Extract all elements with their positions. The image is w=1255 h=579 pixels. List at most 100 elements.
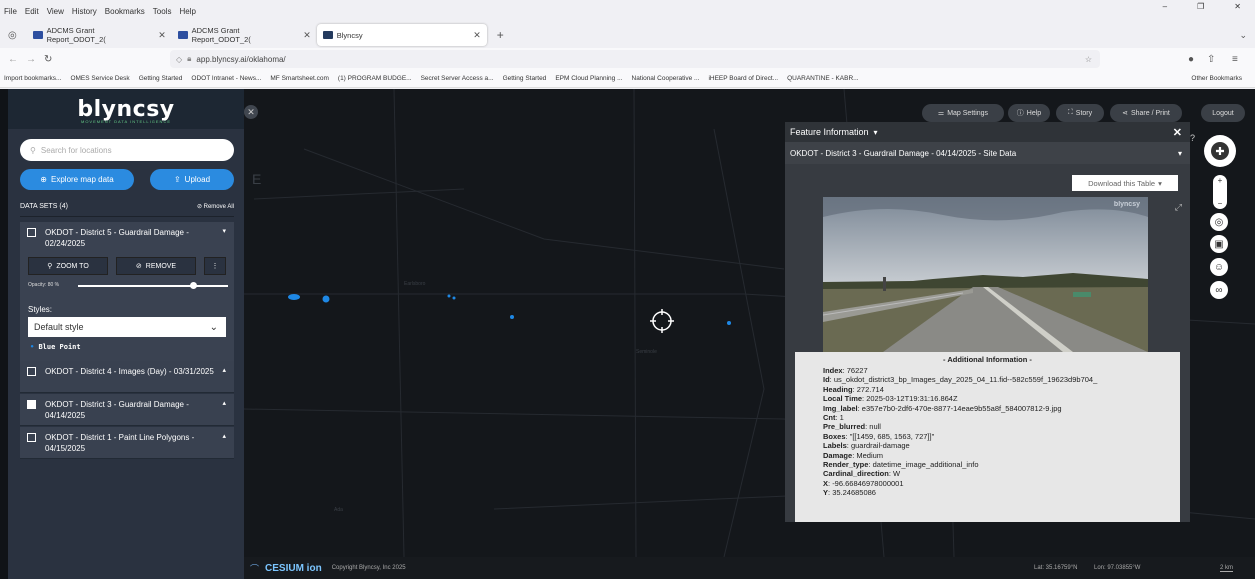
remove-all-button[interactable]: ⊘ Remove All bbox=[197, 203, 234, 210]
vr-icon[interactable]: ∞ bbox=[1210, 281, 1228, 299]
help-icon[interactable]: ? bbox=[1190, 133, 1195, 143]
bookmark-item[interactable]: ODOT Intranet - News... bbox=[191, 75, 261, 82]
menu-bookmarks[interactable]: Bookmarks bbox=[105, 7, 145, 16]
story-icon: ⛶ bbox=[1067, 109, 1073, 116]
dataset-item[interactable]: OKDOT - District 4 - Images (Day) - 03/3… bbox=[20, 361, 234, 393]
copyright-text: Copyright Blyncsy, Inc 2025 bbox=[331, 565, 406, 571]
tab-close-icon[interactable]: ✕ bbox=[158, 30, 166, 41]
remove-button[interactable]: ⊘ REMOVE bbox=[116, 257, 196, 275]
feature-panel-header[interactable]: Feature Information ▾ ✕ bbox=[785, 122, 1190, 142]
dataset-checkbox[interactable] bbox=[27, 400, 36, 409]
road-image bbox=[823, 197, 1148, 352]
caret-up-icon[interactable]: ▴ bbox=[222, 366, 226, 374]
zoom-in-icon[interactable]: + bbox=[1218, 176, 1223, 185]
dataset-item[interactable]: OKDOT - District 3 - Guardrail Damage - … bbox=[20, 394, 234, 426]
legend-item: • Blue Point bbox=[30, 343, 81, 351]
close-icon[interactable]: ✕ bbox=[1173, 126, 1182, 139]
minimize-icon[interactable]: – bbox=[1163, 2, 1167, 11]
bookmark-item[interactable]: QUARANTINE - KABR... bbox=[787, 75, 859, 82]
more-options-button[interactable]: ⋮ bbox=[204, 257, 226, 275]
bookmark-item[interactable]: OMES Service Desk bbox=[70, 75, 129, 82]
opacity-label: Opacity: 80 % bbox=[28, 282, 60, 288]
street-view-icon[interactable]: ☺ bbox=[1210, 258, 1228, 276]
styles-label: Styles: bbox=[28, 305, 53, 314]
reload-icon[interactable]: ↻ bbox=[44, 54, 52, 65]
star-icon[interactable]: ☆ bbox=[1085, 55, 1092, 64]
opacity-slider-handle[interactable] bbox=[190, 282, 197, 289]
feature-selector[interactable]: OKDOT - District 3 - Guardrail Damage - … bbox=[785, 142, 1190, 164]
navigation-compass[interactable]: ✚ bbox=[1204, 135, 1236, 167]
bookmark-item[interactable]: (1) PROGRAM BUDGE... bbox=[338, 75, 412, 82]
locate-icon[interactable]: ◎ bbox=[1210, 213, 1228, 231]
caret-up-icon[interactable]: ▴ bbox=[222, 432, 226, 440]
info-title: - Additional Information - bbox=[943, 355, 1032, 364]
tab-blyncsy[interactable]: Blyncsy ✕ bbox=[316, 24, 487, 46]
menu-help[interactable]: Help bbox=[179, 7, 195, 16]
info-row: Render_type: datetime_image_additional_i… bbox=[823, 460, 979, 470]
share-print-button[interactable]: ⋖ Share / Print bbox=[1110, 104, 1182, 122]
tab-adcms-1[interactable]: ADCMS Grant Report_ODOT_2(✕ bbox=[27, 24, 172, 46]
zoom-out-icon[interactable]: − bbox=[1218, 199, 1223, 208]
other-bookmarks[interactable]: Other Bookmarks bbox=[1187, 75, 1242, 82]
opacity-slider-track[interactable] bbox=[78, 285, 228, 287]
bookmark-item[interactable]: Import bookmarks... bbox=[4, 75, 61, 82]
logout-button[interactable]: Logout bbox=[1201, 104, 1245, 122]
info-row: X: -96.66846978000001 bbox=[823, 478, 904, 488]
caret-down-icon[interactable]: ▾ bbox=[222, 227, 226, 235]
dataset-item[interactable]: OKDOT - District 1 - Paint Line Polygons… bbox=[20, 427, 234, 459]
menu-view[interactable]: View bbox=[47, 7, 64, 16]
menu-history[interactable]: History bbox=[72, 7, 97, 16]
bookmark-item[interactable]: MF Smartsheet.com bbox=[270, 75, 329, 82]
sidebar-collapse-icon[interactable]: ✕ bbox=[244, 105, 258, 119]
explore-map-data-button[interactable]: ⊕ Explore map data bbox=[20, 169, 134, 190]
plus-circle-icon: ⊕ bbox=[40, 175, 47, 184]
bookmark-item[interactable]: National Cooperative ... bbox=[632, 75, 700, 82]
roadway-photo[interactable]: blyncsy bbox=[823, 197, 1148, 352]
zoom-to-button[interactable]: ⚲ ZOOM TO bbox=[28, 257, 108, 275]
download-table-button[interactable]: Download this Table ▾ bbox=[1072, 175, 1178, 191]
bookmark-item[interactable]: EPM Cloud Planning ... bbox=[555, 75, 622, 82]
dataset-name: OKDOT - District 3 - Guardrail Damage - … bbox=[45, 400, 189, 420]
layers-icon[interactable]: ▣ bbox=[1210, 235, 1228, 253]
help-button[interactable]: ⓘ Help bbox=[1008, 104, 1050, 122]
tab-overflow-icon[interactable]: ⌄ bbox=[1239, 30, 1247, 41]
menu-edit[interactable]: Edit bbox=[25, 7, 39, 16]
upload-button[interactable]: ⇪ Upload bbox=[150, 169, 234, 190]
back-icon[interactable]: ← bbox=[8, 54, 18, 65]
bookmark-item[interactable]: Secret Server Access a... bbox=[421, 75, 494, 82]
pocket-icon[interactable]: ● bbox=[1188, 54, 1194, 65]
dataset-checkbox[interactable] bbox=[27, 433, 36, 442]
tab-adcms-2[interactable]: ADCMS Grant Report_ODOT_2(✕ bbox=[172, 24, 317, 46]
map-settings-button[interactable]: ⚌ Map Settings bbox=[922, 104, 1004, 122]
bookmark-item[interactable]: Getting Started bbox=[139, 75, 183, 82]
zoom-control[interactable]: + − bbox=[1213, 175, 1227, 209]
app-menu-icon[interactable]: ≡ bbox=[1232, 54, 1238, 65]
menu-tools[interactable]: Tools bbox=[153, 7, 172, 16]
caret-down-icon[interactable]: ▾ bbox=[1178, 149, 1182, 158]
forward-icon[interactable]: → bbox=[26, 54, 36, 65]
tab-close-icon[interactable]: ✕ bbox=[303, 30, 311, 41]
expand-icon[interactable]: ⤢ bbox=[1175, 202, 1182, 213]
caret-up-icon[interactable]: ▴ bbox=[222, 399, 226, 407]
new-tab-icon[interactable]: + bbox=[497, 28, 504, 42]
tab-close-icon[interactable]: ✕ bbox=[473, 30, 481, 41]
map-points[interactable] bbox=[288, 294, 731, 325]
close-icon[interactable]: ✕ bbox=[1234, 2, 1241, 11]
menu-file[interactable]: File bbox=[4, 7, 17, 16]
bookmark-item[interactable]: Getting Started bbox=[503, 75, 547, 82]
url-field[interactable]: ◇ 🔒︎ app.blyncsy.ai/oklahoma/ ☆ bbox=[170, 50, 1100, 68]
caret-down-icon[interactable]: ▾ bbox=[874, 128, 878, 137]
maximize-icon[interactable]: ❐ bbox=[1197, 2, 1204, 11]
dataset-checkbox[interactable] bbox=[27, 367, 36, 376]
feature-subtitle: OKDOT - District 3 - Guardrail Damage - … bbox=[790, 148, 1017, 158]
dataset-checkbox[interactable] bbox=[27, 228, 36, 237]
style-select[interactable]: Default style ⌄ bbox=[28, 317, 226, 337]
story-button[interactable]: ⛶ Story bbox=[1056, 104, 1104, 122]
cancel-icon: ⊘ bbox=[196, 203, 204, 210]
extensions-icon[interactable]: ⇧ bbox=[1207, 54, 1215, 65]
search-input[interactable]: ⚲ Search for locations bbox=[20, 139, 234, 161]
location-target-icon[interactable] bbox=[650, 309, 674, 333]
tab-list-icon[interactable]: ◎ bbox=[8, 30, 17, 41]
info-row: Boxes: "[[1459, 685, 1563, 727]]" bbox=[823, 431, 935, 441]
bookmark-item[interactable]: iHEEP Board of Direct... bbox=[708, 75, 778, 82]
